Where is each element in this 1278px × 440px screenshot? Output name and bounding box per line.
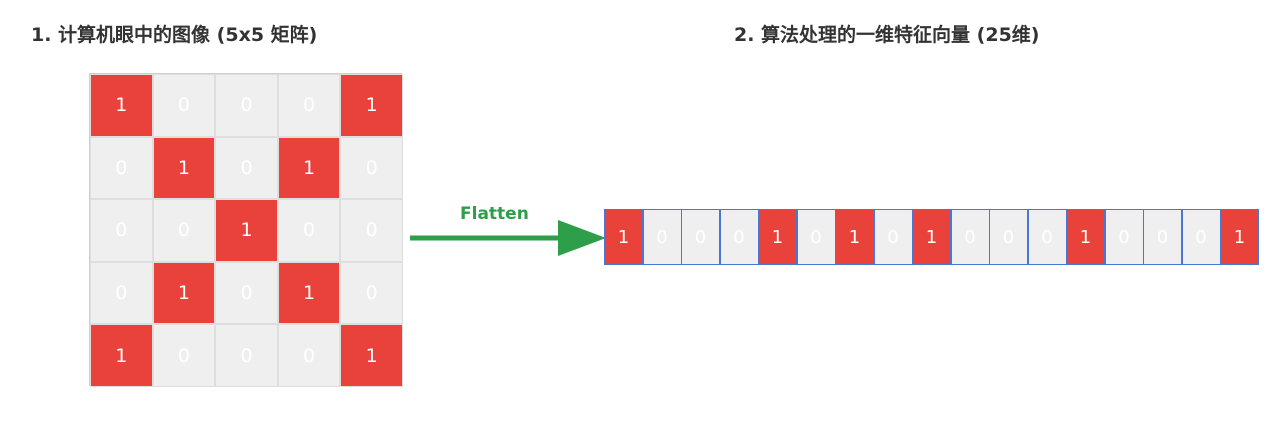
matrix-cell: 0: [90, 136, 153, 200]
vector-cell: 1: [1066, 209, 1105, 265]
matrix-cell: 1: [340, 74, 403, 137]
matrix-cell: 0: [340, 136, 403, 200]
vector-cell: 0: [796, 209, 836, 265]
vector-cell: 0: [642, 209, 682, 265]
vector-cell: 0: [681, 209, 720, 265]
diagram-canvas: 1. 计算机眼中的图像 (5x5 矩阵) 2. 算法处理的一维特征向量 (25维…: [0, 0, 1278, 440]
flatten-arrow-icon: [410, 220, 606, 256]
matrix-cell: 0: [340, 261, 403, 325]
matrix-cell: 0: [215, 74, 278, 137]
vector-cell: 1: [758, 209, 797, 265]
matrix-cell: 0: [215, 324, 278, 387]
feature-vector: 10001010100010001: [604, 209, 1278, 265]
matrix-cell: 1: [90, 324, 153, 387]
matrix-cell: 0: [277, 324, 341, 387]
matrix-cell: 1: [90, 74, 153, 137]
matrix-cell: 0: [277, 199, 341, 262]
matrix-cell: 0: [340, 199, 403, 262]
vector-cell: 1: [1220, 209, 1259, 265]
matrix-cell: 1: [152, 136, 216, 200]
vector-title: 2. 算法处理的一维特征向量 (25维): [734, 24, 1040, 46]
matrix-cell: 1: [277, 261, 341, 325]
matrix-cell: 0: [90, 261, 153, 325]
vector-cell: 0: [873, 209, 913, 265]
vector-cell: 0: [1027, 209, 1067, 265]
matrix-cell: 1: [152, 261, 216, 325]
matrix-cell: 0: [152, 74, 216, 137]
matrix-title: 1. 计算机眼中的图像 (5x5 矩阵): [31, 24, 318, 46]
matrix-cell: 1: [277, 136, 341, 200]
matrix-cell: 0: [152, 324, 216, 387]
vector-cell: 0: [950, 209, 990, 265]
vector-cell: 0: [1143, 209, 1182, 265]
vector-cell: 0: [989, 209, 1028, 265]
vector-cell: 0: [1181, 209, 1221, 265]
vector-cell: 1: [835, 209, 874, 265]
matrix-cell: 0: [152, 199, 216, 262]
image-matrix: 1000101010001000101010001: [89, 73, 403, 387]
vector-cell: 0: [719, 209, 759, 265]
feature-vector-row: 10001010100010001: [604, 209, 1278, 265]
vector-cell: 1: [912, 209, 951, 265]
matrix-cell: 1: [215, 199, 278, 262]
vector-cell: 0: [1104, 209, 1144, 265]
vector-cell: 1: [604, 209, 643, 265]
matrix-cell: 1: [340, 324, 403, 387]
matrix-cell: 0: [90, 199, 153, 262]
matrix-cell: 0: [277, 74, 341, 137]
matrix-cell: 0: [215, 261, 278, 325]
matrix-cell: 0: [215, 136, 278, 200]
